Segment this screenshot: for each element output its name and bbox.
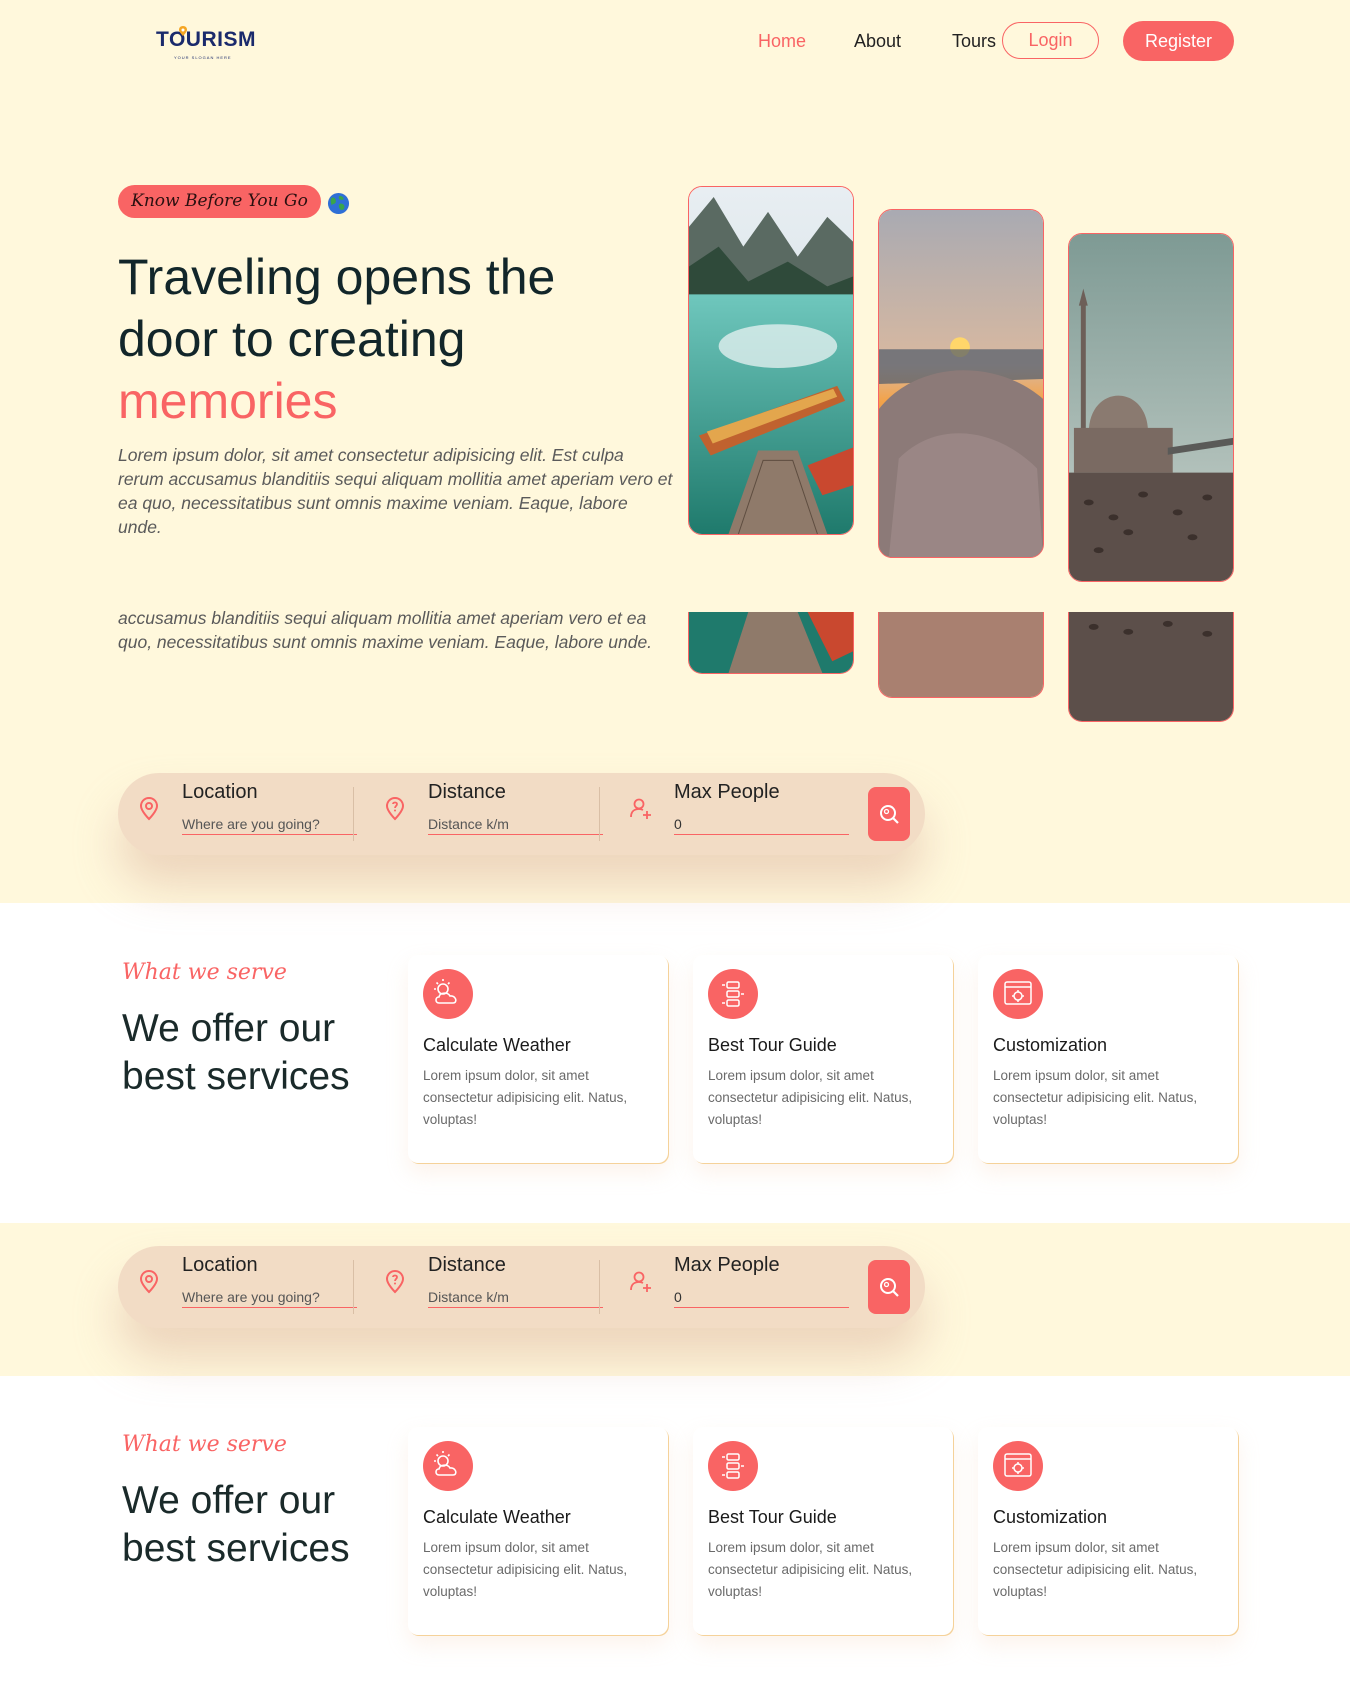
hero-title-line1: Traveling opens the — [118, 249, 556, 305]
distance-field: Distance — [382, 1246, 603, 1328]
distance-input[interactable] — [428, 813, 603, 835]
distance-field: Distance — [382, 773, 603, 855]
weather-icon — [423, 1441, 473, 1491]
beach-sunset-photo — [878, 209, 1044, 558]
register-button[interactable]: Register — [1123, 21, 1234, 61]
guide-icon — [708, 1441, 758, 1491]
service-text: Lorem ipsum dolor, sit amet consectetur … — [708, 1540, 913, 1599]
mountain-lake-boat-photo — [688, 186, 854, 535]
max-people-label: Max People — [674, 1254, 780, 1276]
mountain-lake-photo-fragment — [688, 612, 854, 674]
location-label: Location — [182, 1254, 258, 1276]
logo-text: TOURISM — [156, 28, 256, 51]
customization-icon — [993, 1441, 1043, 1491]
location-field: Location — [136, 1246, 357, 1328]
map-pin-icon — [179, 26, 187, 36]
login-button[interactable]: Login — [1002, 22, 1099, 59]
service-text: Lorem ipsum dolor, sit amet consectetur … — [423, 1068, 628, 1127]
location-field: Location — [136, 773, 357, 855]
search-divider — [599, 787, 600, 841]
distance-input[interactable] — [428, 1286, 603, 1308]
hero-description: Lorem ipsum dolor, sit amet consectetur … — [118, 445, 673, 537]
location-pin-icon — [139, 1269, 159, 1294]
services-section-repeat: What we serve We offer our best services… — [0, 1427, 1350, 1687]
services-title: We offer our best services — [122, 1479, 350, 1570]
distance-label: Distance — [428, 781, 506, 803]
mosque-waterfront-photo-fragment — [1068, 612, 1234, 722]
services-title: We offer our best services — [122, 1007, 350, 1098]
service-text: Lorem ipsum dolor, sit amet consectetur … — [993, 1068, 1198, 1127]
search-bar-repeat: Location Distance Max People — [118, 1246, 925, 1328]
distance-pin-icon — [385, 796, 405, 821]
service-title: Customization — [993, 1507, 1108, 1527]
add-person-icon — [630, 1271, 651, 1292]
distance-pin-icon — [385, 1269, 405, 1294]
add-person-icon — [630, 798, 651, 819]
search-divider — [353, 787, 354, 841]
location-label: Location — [182, 781, 258, 803]
search-button[interactable] — [868, 1260, 910, 1314]
location-input[interactable] — [182, 1286, 357, 1308]
mosque-waterfront-photo — [1068, 233, 1234, 582]
max-people-field: Max People — [628, 1246, 849, 1328]
max-people-label: Max People — [674, 781, 780, 803]
service-title: Best Tour Guide — [708, 1507, 837, 1527]
service-text: Lorem ipsum dolor, sit amet consectetur … — [993, 1540, 1198, 1599]
max-people-input[interactable] — [674, 1286, 849, 1308]
service-card-guide: Best Tour Guide Lorem ipsum dolor, sit a… — [693, 955, 953, 1163]
hero-description-duplicate: accusamus blanditiis sequi aliquam molli… — [118, 608, 653, 652]
logo-slogan: YOUR SLOGAN HERE — [174, 55, 232, 60]
service-card-customization: Customization Lorem ipsum dolor, sit ame… — [978, 1427, 1238, 1635]
service-text: Lorem ipsum dolor, sit amet consectetur … — [708, 1068, 913, 1127]
search-divider — [599, 1260, 600, 1314]
service-card-customization: Customization Lorem ipsum dolor, sit ame… — [978, 955, 1238, 1163]
beach-sunset-photo-fragment — [878, 612, 1044, 698]
nav-tours-link[interactable]: Tours — [952, 31, 996, 52]
search-icon — [880, 1278, 899, 1297]
service-title: Calculate Weather — [423, 1035, 571, 1055]
nav-home-link[interactable]: Home — [758, 31, 806, 52]
service-card-weather: Calculate Weather Lorem ipsum dolor, sit… — [408, 1427, 668, 1635]
search-divider — [353, 1260, 354, 1314]
services-section: What we serve We offer our best services… — [0, 955, 1350, 1215]
guide-icon — [708, 969, 758, 1019]
service-title: Customization — [993, 1035, 1108, 1055]
globe-icon — [327, 192, 350, 215]
hero-title-line2: door to creating — [118, 311, 466, 367]
max-people-field: Max People — [628, 773, 849, 855]
service-card-weather: Calculate Weather Lorem ipsum dolor, sit… — [408, 955, 668, 1163]
location-input[interactable] — [182, 813, 357, 835]
max-people-input[interactable] — [674, 813, 849, 835]
hero-title: Traveling opens the door to creating mem… — [118, 246, 678, 432]
location-pin-icon — [139, 796, 159, 821]
logo[interactable]: TOURISM YOUR SLOGAN HERE — [156, 26, 268, 62]
service-title: Best Tour Guide — [708, 1035, 837, 1055]
hero-title-highlight: memories — [118, 373, 338, 429]
weather-icon — [423, 969, 473, 1019]
customization-icon — [993, 969, 1043, 1019]
service-title: Calculate Weather — [423, 1507, 571, 1527]
services-tag: What we serve — [122, 1432, 287, 1457]
service-text: Lorem ipsum dolor, sit amet consectetur … — [423, 1540, 628, 1599]
distance-label: Distance — [428, 1254, 506, 1276]
service-card-guide: Best Tour Guide Lorem ipsum dolor, sit a… — [693, 1427, 953, 1635]
search-bar: Location Distance Max People — [118, 773, 925, 855]
site-header: TOURISM YOUR SLOGAN HERE Home About Tour… — [0, 0, 1350, 84]
services-tag: What we serve — [122, 960, 287, 985]
hero-subtitle: Know Before You Go — [118, 185, 321, 218]
search-button[interactable] — [868, 787, 910, 841]
search-icon — [880, 805, 899, 824]
nav-about-link[interactable]: About — [854, 31, 901, 52]
